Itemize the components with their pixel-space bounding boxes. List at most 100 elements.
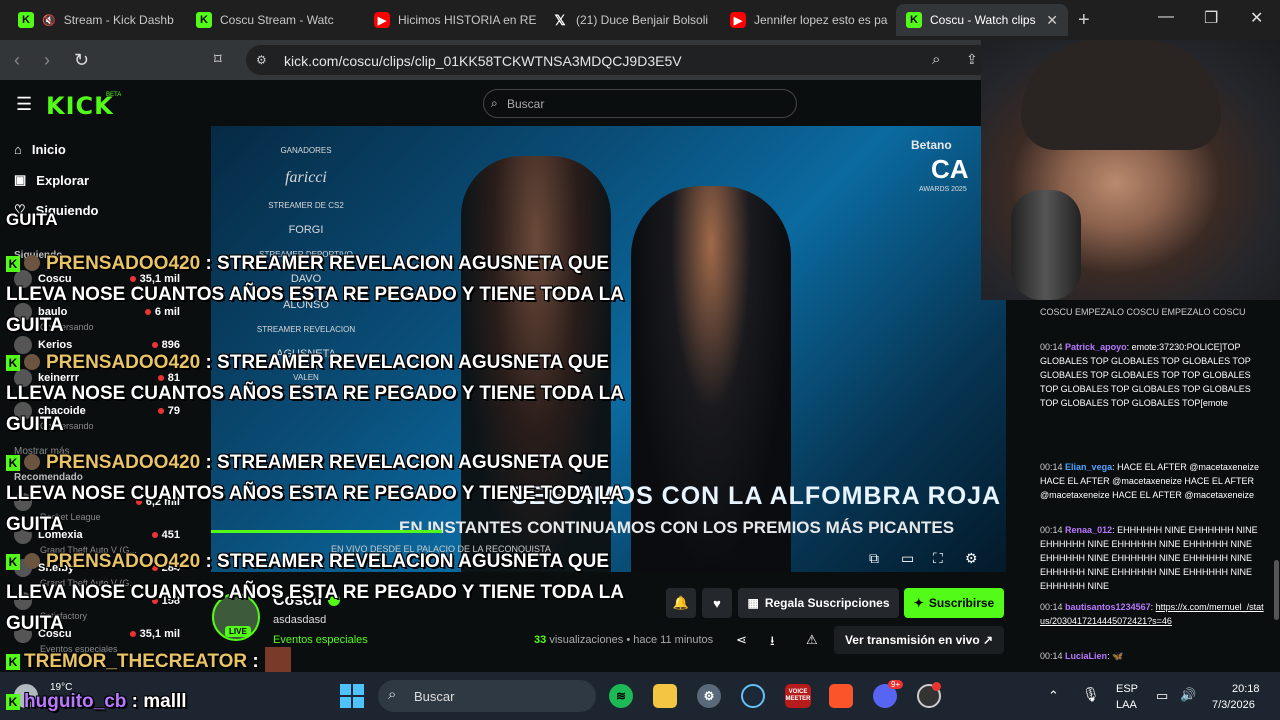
zoom-icon[interactable]: ⌕	[932, 51, 940, 68]
overlay-text: : STREAMER REVELACION AGUSNETA QUE	[205, 352, 610, 373]
overlay-text: : STREAMER REVELACION AGUSNETA QUE	[205, 253, 610, 274]
file-explorer-icon[interactable]	[653, 684, 677, 708]
overlay-text: : STREAMER REVELACION AGUSNETA QUE	[205, 452, 610, 473]
reload-icon[interactable]: ↻	[74, 50, 89, 71]
browser-tab[interactable]: ▶ Hicimos HISTORIA en RE	[364, 4, 536, 36]
volume-icon[interactable]: 🔊	[1180, 687, 1196, 703]
language-layout[interactable]: LAA	[1116, 699, 1137, 711]
site-info-icon[interactable]: ⚙	[256, 53, 267, 67]
overlay-user: huguito_cb	[24, 691, 127, 712]
subscribe-button[interactable]: ✦ Suscribirse	[904, 588, 1004, 618]
nav-inicio[interactable]: ⌂ Inicio	[14, 142, 66, 157]
menu-icon[interactable]: ☰	[16, 94, 32, 115]
gift-label: Regala Suscripciones	[764, 596, 890, 610]
brave-icon[interactable]	[829, 684, 853, 708]
minimize-icon[interactable]: —	[1158, 8, 1174, 26]
settings-icon[interactable]: ⚙	[965, 550, 978, 567]
chevron-up-icon[interactable]: ⌃	[1048, 688, 1059, 704]
overlay-message: K PRENSADOO420 : STREAMER REVELACION AGUS…	[6, 447, 624, 540]
browser-tab-bar: K 🔇 Stream - Kick Dashb K Coscu Stream -…	[0, 0, 1280, 40]
back-icon[interactable]: ‹	[14, 50, 20, 71]
share-icon[interactable]: ⇪	[966, 51, 978, 68]
share-icon[interactable]: ⋖	[736, 632, 747, 648]
follow-button[interactable]: ♥	[702, 588, 732, 618]
chat-time: 00:14	[1040, 651, 1063, 661]
chat-time: 00:14	[1040, 602, 1063, 612]
chat-time: 00:14	[1040, 462, 1063, 472]
chat-message: 00:14 Renaa_012: EHHHHHH NINE EHHHHHH NI…	[1040, 525, 1258, 591]
forward-icon[interactable]: ›	[44, 50, 50, 71]
restore-icon[interactable]: ❐	[1204, 8, 1218, 28]
youtube-favicon-icon: ▶	[374, 12, 390, 28]
network-icon[interactable]: ▭	[1156, 688, 1168, 704]
gift-subs-button[interactable]: ▦ Regala Suscripciones	[738, 588, 899, 618]
clock-date[interactable]: 7/3/2026	[1212, 699, 1255, 711]
overlay-message: K PRENSADOO420 : STREAMER REVELACION AGUS…	[6, 347, 624, 440]
report-icon[interactable]: ⚠	[806, 632, 818, 648]
clock-time[interactable]: 20:18	[1232, 683, 1260, 695]
fullscreen-icon[interactable]: ⛶	[933, 550, 943, 567]
pip-icon[interactable]: ⧉	[869, 550, 879, 567]
spotify-icon[interactable]: ≋	[609, 684, 633, 708]
watch-live-label: Ver transmisión en vivo	[844, 633, 980, 647]
nav-explorar[interactable]: ▣ Explorar	[14, 172, 89, 188]
kick-logo[interactable]: KICK	[46, 92, 114, 120]
tab-title: Coscu - Watch clips	[930, 13, 1036, 27]
browser-tab[interactable]: K Coscu Stream - Watc	[186, 4, 358, 36]
download-icon[interactable]: ⭳	[770, 632, 775, 654]
heart-icon: ♥	[713, 595, 721, 611]
taskbar-search[interactable]	[378, 680, 596, 712]
kick-icon: K	[6, 256, 20, 272]
steam-icon[interactable]	[741, 684, 765, 708]
new-tab-icon[interactable]: +	[1078, 9, 1090, 32]
close-tab-icon[interactable]: ✕	[1046, 12, 1058, 29]
overlay-text: GUITA	[6, 315, 64, 336]
windows-start-icon[interactable]	[340, 684, 364, 708]
user-badge-icon	[24, 454, 40, 470]
compass-icon: ▣	[14, 172, 27, 187]
bookmark-icon[interactable]: ⌑	[214, 50, 222, 68]
voicemeeter-icon[interactable]: VOICE MEETER	[785, 684, 811, 708]
chat-message: 00:14 LuciaLien: 🦋	[1040, 651, 1124, 661]
chat-user[interactable]: Patrick_apoyo	[1065, 342, 1127, 352]
chat-scrollbar[interactable]	[1274, 560, 1279, 620]
time-ago: hace 11 minutos	[633, 634, 714, 646]
theater-icon[interactable]: ▭	[901, 550, 914, 567]
chat-user[interactable]: Elian_vega	[1065, 462, 1112, 472]
microphone-icon[interactable]: 🎙	[1082, 686, 1100, 703]
overlay-text: :	[252, 651, 259, 672]
kick-favicon-icon: K	[196, 12, 212, 28]
search-icon: ⌕	[388, 686, 397, 703]
browser-tab[interactable]: 𝕏 (21) Duce Benjair Bolsoli	[542, 4, 714, 36]
chat-user[interactable]: LuciaLien	[1065, 651, 1107, 661]
chat-user[interactable]: Renaa_012	[1065, 525, 1112, 535]
subscribe-label: Suscribirse	[928, 596, 995, 610]
chat-user[interactable]: bautisantos1234567	[1065, 602, 1151, 612]
browser-tab-active[interactable]: K Coscu - Watch clips ✕	[896, 4, 1068, 36]
tab-title: Jennifer lopez esto es pa	[754, 13, 888, 27]
language-indicator[interactable]: ESP	[1116, 683, 1138, 695]
winners-header: GANADORES	[280, 146, 332, 155]
overlay-message: K PRENSADOO420 : STREAMER REVELACION AGUS…	[6, 248, 624, 341]
notification-bell-button[interactable]: 🔔	[666, 588, 696, 618]
taskbar-search-placeholder: Buscar	[414, 689, 455, 704]
browser-tab[interactable]: K 🔇 Stream - Kick Dashb	[8, 4, 180, 36]
chat-time: 00:14	[1040, 525, 1063, 535]
tab-title: Coscu Stream - Watc	[220, 13, 334, 27]
youtube-favicon-icon: ▶	[730, 12, 746, 28]
browser-tab[interactable]: ▶ Jennifer lopez esto es pa	[720, 4, 892, 36]
close-window-icon[interactable]: ✕	[1250, 8, 1263, 28]
kick-favicon-icon: K	[18, 12, 34, 28]
url-text[interactable]: kick.com/coscu/clips/clip_01KK58TCKWTNSA…	[284, 53, 682, 69]
chat-message: 00:14 Patrick_apoyo: emote:37230:POLICE]…	[1040, 342, 1251, 408]
beta-label: BETA	[106, 92, 122, 98]
watch-live-button[interactable]: Ver transmisión en vivo ↗	[834, 626, 1004, 654]
overlay-text: LLEVA NOSE CUANTOS AÑOS ESTA RE PEGADO Y…	[6, 284, 624, 305]
overlay-user: PRENSADOO420	[46, 352, 201, 373]
chat-text: COSCU EMPEZALO COSCU EMPEZALO COSCU	[1040, 307, 1246, 317]
settings-app-icon[interactable]: ⚙	[697, 684, 721, 708]
overlay-text: : malll	[131, 691, 187, 712]
video-person-right	[631, 186, 791, 572]
search-icon: ⌕	[491, 96, 498, 110]
mute-icon[interactable]: 🔇	[42, 14, 56, 27]
